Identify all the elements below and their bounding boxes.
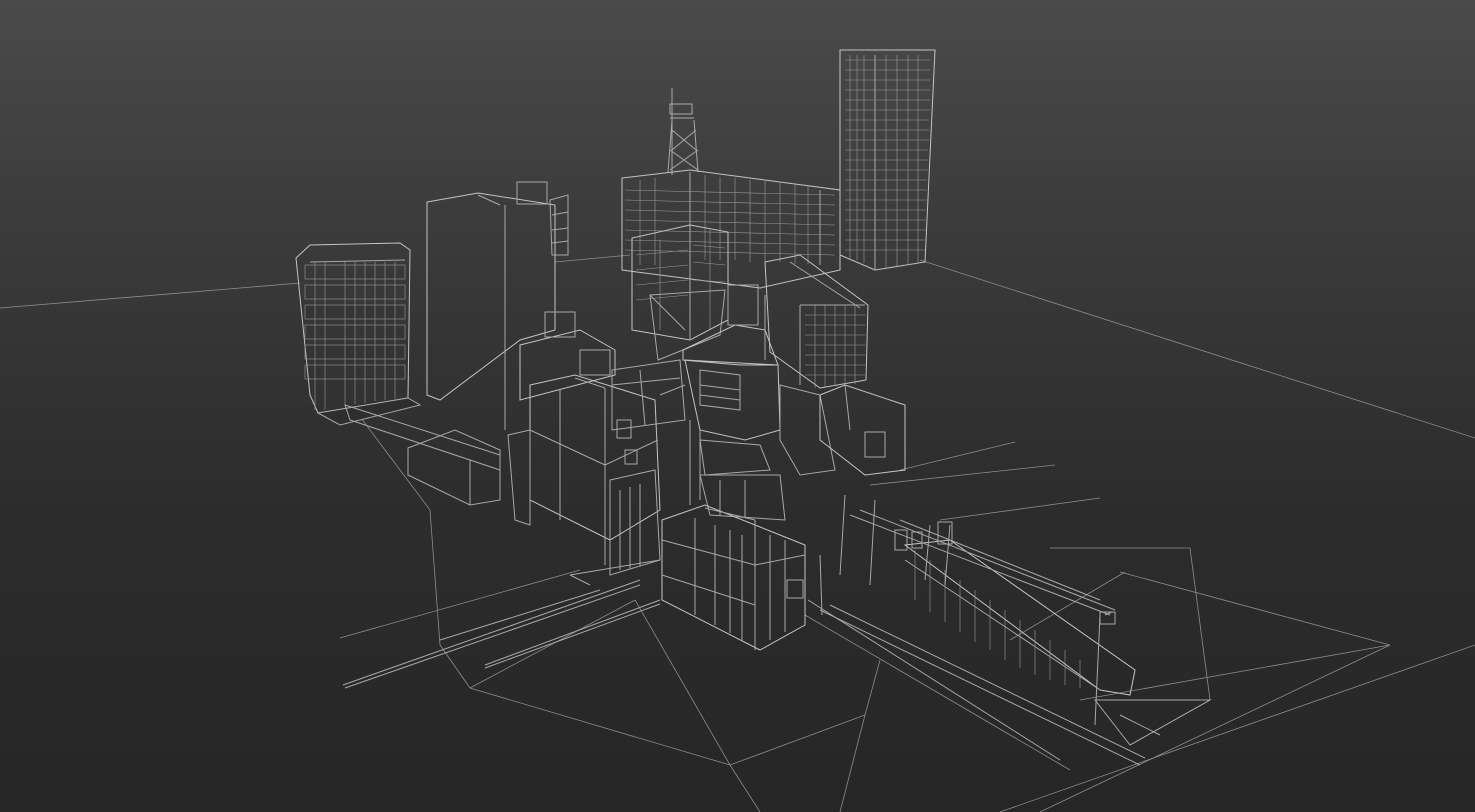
office-block — [621, 169, 841, 289]
railway-platform — [807, 539, 1212, 766]
water-tower — [667, 88, 699, 175]
3d-viewport[interactable] — [0, 0, 1475, 812]
ground-plane — [0, 254, 1475, 812]
front-box-building — [661, 504, 806, 651]
wireframe-city-scene[interactable] — [0, 0, 1475, 812]
front-left-block — [407, 374, 661, 576]
overhead-catenary — [819, 494, 1116, 726]
tall-tower — [839, 49, 936, 271]
mid-buildings — [519, 224, 779, 401]
